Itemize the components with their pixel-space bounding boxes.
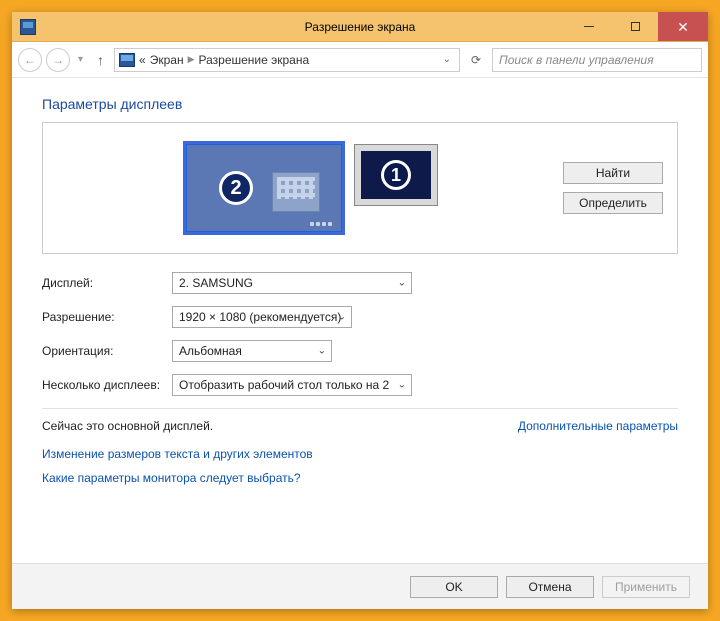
chevron-down-icon: ⌄: [318, 346, 326, 357]
preview-side-buttons: Найти Определить: [563, 162, 663, 214]
tray-dots: [310, 222, 332, 226]
chevron-down-icon: ⌄: [398, 380, 406, 391]
monitor-icon: [119, 53, 135, 67]
display-select[interactable]: 2. SAMSUNG ⌄: [172, 272, 412, 294]
search-input[interactable]: Поиск в панели управления: [492, 48, 702, 72]
window: Разрешение экрана ✕ ← → ▾ ↑ « Экран ▶ Ра…: [12, 12, 708, 609]
breadcrumb-l1[interactable]: Экран: [150, 53, 184, 67]
monitor-help-link[interactable]: Какие параметры монитора следует выбрать…: [42, 471, 678, 485]
orientation-select[interactable]: Альбомная ⌄: [172, 340, 332, 362]
resolution-select[interactable]: 1920 × 1080 (рекомендуется) ⌄: [172, 306, 352, 328]
display-label: Дисплей:: [42, 276, 172, 290]
resolution-label: Разрешение:: [42, 310, 172, 324]
primary-display-status: Сейчас это основной дисплей.: [42, 419, 213, 433]
up-button[interactable]: ↑: [91, 52, 110, 68]
taskbar-preview-icon: [272, 172, 320, 212]
cancel-button[interactable]: Отмена: [506, 576, 594, 598]
chevron-down-icon: ⌄: [338, 312, 346, 323]
multiple-displays-label: Несколько дисплеев:: [42, 378, 172, 392]
forward-button[interactable]: →: [46, 48, 70, 72]
chevron-down-icon: ⌄: [398, 278, 406, 289]
divider: [42, 408, 678, 409]
address-bar[interactable]: « Экран ▶ Разрешение экрана ⌄: [114, 48, 460, 72]
monitor-2[interactable]: 2: [183, 141, 345, 235]
chevron-right-icon: ▶: [188, 54, 195, 65]
resolution-value: 1920 × 1080 (рекомендуется): [179, 310, 341, 324]
monitor-arrangement[interactable]: 2 1: [57, 141, 563, 235]
monitor-2-badge: 2: [219, 171, 253, 205]
advanced-settings-link[interactable]: Дополнительные параметры: [518, 419, 678, 433]
ok-button[interactable]: OK: [410, 576, 498, 598]
footer: OK Отмена Применить: [12, 563, 708, 609]
status-row: Сейчас это основной дисплей. Дополнитель…: [42, 419, 678, 433]
breadcrumb-prefix: «: [139, 53, 146, 67]
monitor-1-badge: 1: [381, 160, 411, 190]
display-value: 2. SAMSUNG: [179, 276, 253, 290]
window-title: Разрешение экрана: [12, 20, 708, 34]
text-size-link[interactable]: Изменение размеров текста и других элеме…: [42, 447, 678, 461]
identify-button[interactable]: Определить: [563, 192, 663, 214]
orientation-label: Ориентация:: [42, 344, 172, 358]
address-dropdown[interactable]: ⌄: [439, 54, 455, 65]
titlebar: Разрешение экрана ✕: [12, 12, 708, 42]
multiple-displays-value: Отобразить рабочий стол только на 2: [179, 378, 389, 392]
help-links: Изменение размеров текста и других элеме…: [42, 447, 678, 485]
page-heading: Параметры дисплеев: [42, 96, 678, 112]
multiple-displays-select[interactable]: Отобразить рабочий стол только на 2 ⌄: [172, 374, 412, 396]
back-button[interactable]: ←: [18, 48, 42, 72]
refresh-button[interactable]: ⟳: [464, 48, 488, 72]
detect-button[interactable]: Найти: [563, 162, 663, 184]
history-dropdown[interactable]: ▾: [74, 54, 87, 65]
apply-button[interactable]: Применить: [602, 576, 690, 598]
monitor-1[interactable]: 1: [355, 145, 437, 205]
content: Параметры дисплеев 2 1 Найти Определить: [12, 78, 708, 563]
search-placeholder: Поиск в панели управления: [499, 53, 654, 67]
settings-form: Дисплей: 2. SAMSUNG ⌄ Разрешение: 1920 ×…: [42, 272, 678, 396]
orientation-value: Альбомная: [179, 344, 242, 358]
navbar: ← → ▾ ↑ « Экран ▶ Разрешение экрана ⌄ ⟳ …: [12, 42, 708, 78]
breadcrumb-l2[interactable]: Разрешение экрана: [199, 53, 310, 67]
display-preview: 2 1 Найти Определить: [42, 122, 678, 254]
